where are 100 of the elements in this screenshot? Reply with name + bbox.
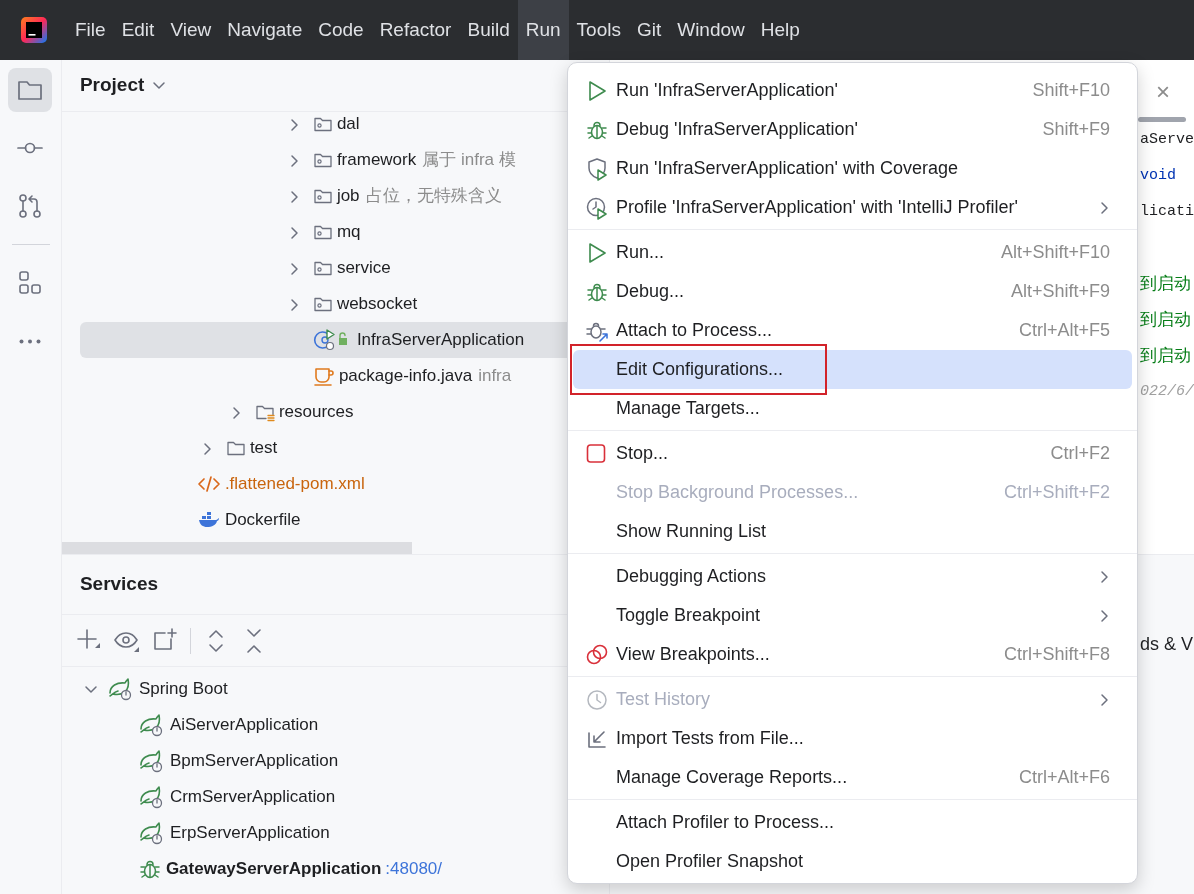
menu-bar-item[interactable]: Navigate xyxy=(219,0,311,60)
file-name: service xyxy=(336,257,391,280)
pull-request-icon xyxy=(16,192,44,220)
menu-bar-item[interactable]: Run xyxy=(517,0,569,60)
menu-bar-item[interactable]: Refactor xyxy=(371,0,460,60)
menu-label: Toggle Breakpoint xyxy=(616,604,761,627)
app-logo[interactable] xyxy=(20,17,47,43)
clock-play-icon xyxy=(585,195,609,220)
shortcut: Ctrl+Shift+F2 xyxy=(1003,481,1110,504)
file-name: mq xyxy=(336,221,361,244)
shortcut: Ctrl+Alt+F5 xyxy=(1018,319,1110,342)
shortcut: Ctrl+F2 xyxy=(1050,442,1110,465)
menu-bar-item[interactable]: Git xyxy=(628,0,670,60)
shortcut: Alt+Shift+F9 xyxy=(1010,280,1110,303)
menu-label: Debug 'InfraServerApplication' xyxy=(616,118,858,141)
scrollbar[interactable] xyxy=(61,542,412,554)
menu-item[interactable]: Toggle Breakpoint xyxy=(568,596,1137,635)
whale-icon xyxy=(196,510,221,530)
menu-bar-item[interactable]: Tools xyxy=(568,0,629,60)
menu-label: Debugging Actions xyxy=(616,565,767,588)
chevron-right-icon xyxy=(1100,692,1110,707)
menu-item[interactable]: Edit Configurations... xyxy=(573,350,1132,389)
menu-label: Stop Background Processes... xyxy=(616,481,859,504)
code-text: void xyxy=(1140,165,1176,186)
more-dots-icon xyxy=(19,338,41,344)
app-name: CrmServerApplication xyxy=(169,786,336,809)
menu-label: Manage Targets... xyxy=(616,397,760,420)
menu-label: Open Profiler Snapshot xyxy=(616,850,804,873)
menu-label: Run 'InfraServerApplication' with Coverage xyxy=(616,157,959,180)
menu-label: Stop... xyxy=(616,442,669,465)
code-text: 到启动 xyxy=(1140,309,1191,332)
chevron-down-icon xyxy=(152,81,167,92)
shield-play-icon xyxy=(585,156,609,181)
menu-item[interactable]: View Breakpoints... Ctrl+Shift+F8 xyxy=(568,635,1137,674)
tab-indicator xyxy=(1138,117,1186,122)
chevron-right-icon xyxy=(1100,608,1110,623)
menu-bar-item[interactable]: Help xyxy=(752,0,808,60)
panel-title[interactable]: Project xyxy=(79,71,145,100)
file-name: package-info.java xyxy=(338,365,473,388)
chevron-right-icon xyxy=(289,225,300,240)
shortcut: Ctrl+Shift+F8 xyxy=(1003,643,1110,666)
menu-label: Attach Profiler to Process... xyxy=(616,811,835,834)
menu-label: Debug... xyxy=(616,280,685,303)
cup-icon xyxy=(312,365,335,387)
chevron-right-icon xyxy=(231,405,242,420)
menu-bar-item[interactable]: Window xyxy=(669,0,753,60)
structure-icon xyxy=(16,269,44,297)
file-note: 占位，无特殊含义 xyxy=(365,185,502,208)
menu-label: Run 'InfraServerApplication' xyxy=(616,79,838,102)
file-name: job xyxy=(336,185,360,208)
menu-label: View Breakpoints... xyxy=(616,643,770,666)
chevron-right-icon xyxy=(1100,569,1110,584)
chevron-right-icon xyxy=(202,441,213,456)
menu-bar-item[interactable]: File xyxy=(67,0,114,60)
panel-text: ds & V xyxy=(1140,634,1193,654)
shortcut: Shift+F9 xyxy=(1042,118,1110,141)
shortcut: Alt+Shift+F10 xyxy=(1000,241,1110,264)
chevron-right-icon xyxy=(289,261,300,276)
chevron-right-icon xyxy=(289,153,300,168)
file-name: InfraServerApplication xyxy=(356,329,525,352)
file-note: infra xyxy=(478,365,512,388)
menu-label: Run... xyxy=(616,241,665,264)
menu-bar-item[interactable]: Code xyxy=(310,0,372,60)
file-name: framework xyxy=(336,149,417,172)
chevron-right-icon xyxy=(289,189,300,204)
menu-item[interactable]: Debugging Actions xyxy=(568,557,1137,596)
code-text: 到启动 xyxy=(1140,273,1191,296)
app-name: ErpServerApplication xyxy=(169,822,330,845)
file-name: Dockerfile xyxy=(224,509,301,532)
menu-label: Import Tests from File... xyxy=(616,727,804,750)
menu-bar-item[interactable]: Edit xyxy=(113,0,163,60)
file-name: resources xyxy=(278,401,354,424)
app-name: GatewayServerApplication xyxy=(165,858,382,881)
code-tag-icon xyxy=(196,474,221,494)
chevron-down-icon xyxy=(83,684,98,695)
clock-icon xyxy=(585,687,609,712)
file-name: websocket xyxy=(336,293,418,316)
menu-bar-item[interactable]: Build xyxy=(459,0,518,60)
app-name: BpmServerApplication xyxy=(169,750,339,773)
file-name: dal xyxy=(336,113,360,136)
menu-label: Show Running List xyxy=(616,520,767,543)
file-note: 属于 infra 模 xyxy=(422,149,516,172)
chevron-right-icon xyxy=(289,117,300,132)
tool-window-button[interactable] xyxy=(8,68,52,112)
menu-label: Profile 'InfraServerApplication' with 'IntelliJ Profiler' xyxy=(616,196,1018,219)
file-name: .flattened-pom.xml xyxy=(224,473,365,496)
code-text: licati xyxy=(1140,201,1194,222)
chevron-right-icon xyxy=(1100,200,1110,215)
menu-label: Edit Configurations... xyxy=(616,358,784,381)
code-text: 022/6/ xyxy=(1140,381,1194,402)
port-link[interactable]: :48080/ xyxy=(385,856,443,882)
shortcut: Ctrl+Alt+F6 xyxy=(1018,766,1110,789)
code-text: aServe xyxy=(1140,129,1194,150)
code-text: 到启动 xyxy=(1140,345,1191,368)
breakpoints-icon xyxy=(585,642,609,667)
panel-title: Services xyxy=(79,572,159,597)
menu-bar-item[interactable]: View xyxy=(162,0,220,60)
menu-label: Test History xyxy=(616,688,711,711)
shortcut: Shift+F10 xyxy=(1032,79,1110,102)
chevron-right-icon xyxy=(289,297,300,312)
